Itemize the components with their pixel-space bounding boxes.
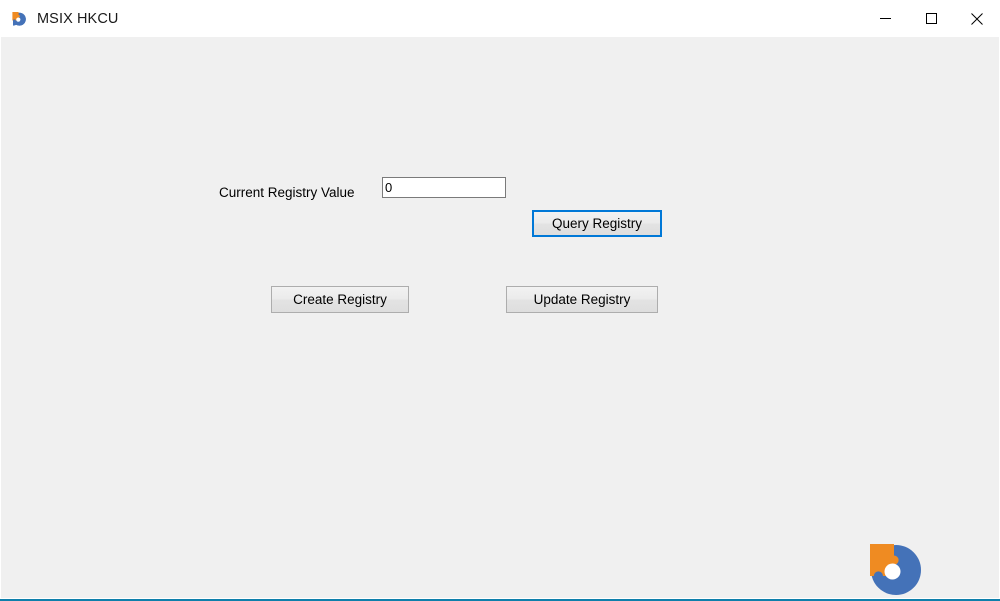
msix-puzzle-logo bbox=[863, 537, 925, 599]
query-registry-button[interactable]: Query Registry bbox=[532, 210, 662, 237]
msix-app-icon bbox=[9, 9, 29, 29]
close-icon bbox=[971, 12, 983, 25]
create-registry-button[interactable]: Create Registry bbox=[271, 286, 409, 313]
maximize-icon bbox=[925, 13, 937, 24]
minimize-icon bbox=[879, 13, 891, 24]
app-window: MSIX HKCU Current Registry Value 0 Query… bbox=[0, 0, 1000, 601]
update-registry-button[interactable]: Update Registry bbox=[506, 286, 658, 313]
client-area: Current Registry Value Query Registry Cr… bbox=[1, 37, 999, 598]
window-controls bbox=[862, 0, 1000, 37]
title-bar: MSIX HKCU bbox=[0, 0, 1000, 37]
current-registry-value-label: Current Registry Value bbox=[219, 185, 355, 200]
minimize-button[interactable] bbox=[862, 0, 908, 37]
window-title: MSIX HKCU bbox=[37, 10, 119, 27]
current-registry-value-input[interactable] bbox=[382, 177, 506, 198]
title-bar-left: MSIX HKCU bbox=[0, 0, 862, 37]
maximize-button[interactable] bbox=[908, 0, 954, 37]
close-button[interactable] bbox=[954, 0, 1000, 37]
